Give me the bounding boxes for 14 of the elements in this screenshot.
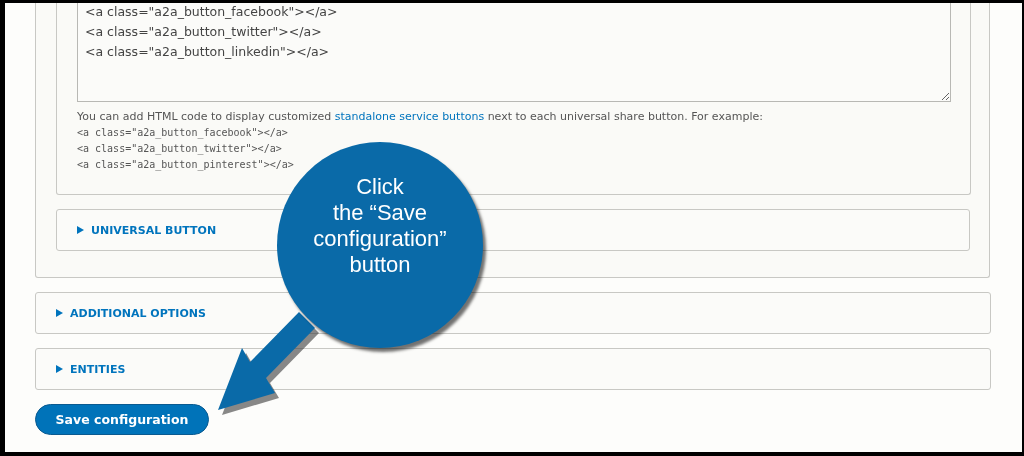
section-toggle[interactable]: ENTITIES xyxy=(36,362,126,376)
standalone-service-buttons-link[interactable]: standalone service buttons xyxy=(334,110,485,123)
save-configuration-button[interactable]: Save configuration xyxy=(35,404,209,435)
help-text: You can add HTML code to display customized standalone service buttons next to each universal share button. For example: xyxy=(77,109,764,125)
section-toggle[interactable]: ADDITIONAL OPTIONS xyxy=(36,306,206,320)
section-toggle[interactable]: UNIVERSAL BUTTON xyxy=(57,223,217,237)
triangle-icon xyxy=(77,226,84,234)
code-example: <a class="a2a_button_twitter"></a> xyxy=(77,142,283,157)
code-example: <a class="a2a_button_facebook"></a> xyxy=(77,126,289,141)
triangle-icon xyxy=(56,309,63,317)
code-textarea[interactable]: <a class="a2a_button_facebook"></a> <a class="a2a_button_twitter"></a> <a class="a2a_button_linkedin"></a> xyxy=(77,3,951,102)
code-example: <a class="a2a_button_pinterest"></a> xyxy=(77,158,295,173)
callout-text: Click the “Save configuration” button xyxy=(313,174,447,278)
triangle-icon xyxy=(56,365,63,373)
